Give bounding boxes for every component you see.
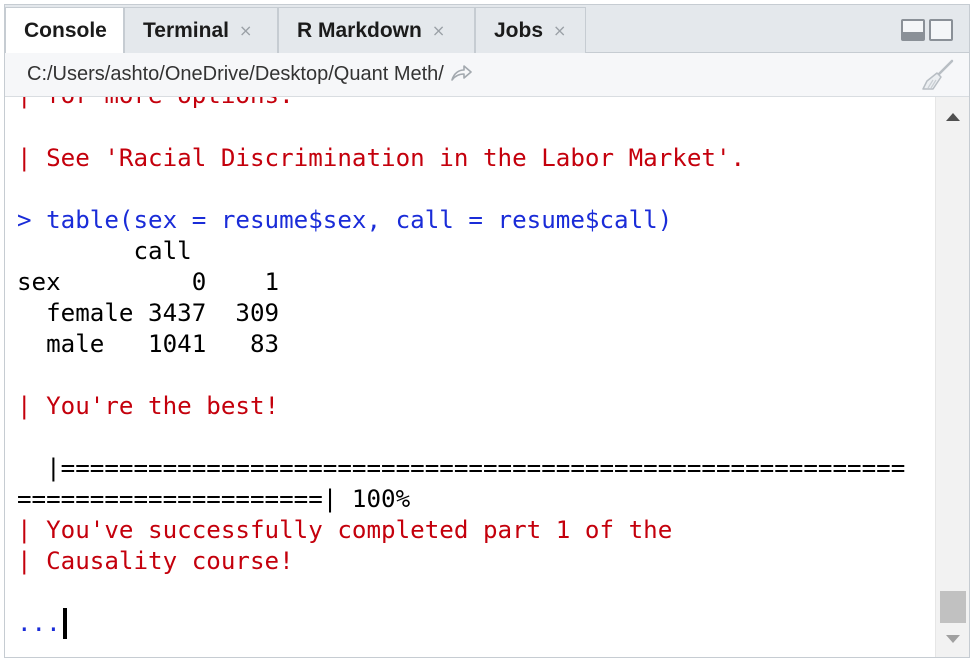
tab-terminal[interactable]: Terminal × — [124, 7, 278, 53]
close-icon[interactable]: × — [432, 21, 445, 40]
tab-r-markdown-label: R Markdown — [297, 18, 422, 42]
broom-icon[interactable] — [919, 59, 955, 91]
tab-bar: Console Terminal × R Markdown × Jobs × — [5, 5, 969, 54]
scroll-down-arrow-icon[interactable] — [946, 635, 960, 643]
minimize-pane-icon[interactable] — [901, 19, 925, 41]
vertical-scrollbar[interactable] — [935, 97, 969, 657]
maximize-pane-icon[interactable] — [929, 19, 953, 41]
text-cursor — [62, 608, 67, 639]
pane-window-controls — [901, 19, 953, 41]
console-message-line: | See 'Racial Discrimination in the Labo… — [17, 144, 746, 172]
console-pane: Console Terminal × R Markdown × Jobs × C… — [4, 4, 970, 658]
arrow-goto-icon[interactable] — [450, 63, 472, 87]
console-output-line: call — [17, 237, 192, 265]
tab-r-markdown[interactable]: R Markdown × — [278, 7, 475, 53]
working-directory-bar: C:/Users/ashto/OneDrive/Desktop/Quant Me… — [5, 53, 969, 97]
tab-jobs-label: Jobs — [494, 18, 544, 42]
console-message-line: | You're the best! — [17, 392, 280, 420]
console-output[interactable]: | for more options. | See 'Racial Discri… — [5, 97, 935, 657]
console-output-line: sex 0 1 — [17, 268, 280, 296]
tab-terminal-label: Terminal — [143, 18, 229, 42]
console-message-line: | for more options. — [17, 97, 294, 111]
console-message-line: | Causality course! — [17, 547, 294, 575]
close-icon[interactable]: × — [553, 21, 566, 40]
scroll-up-arrow-icon[interactable] — [946, 113, 960, 121]
console-output-line: male 1041 83 — [17, 330, 280, 358]
tab-console-label: Console — [24, 19, 107, 42]
console-output-line: female 3437 309 — [17, 299, 280, 327]
progress-bar-line: |=======================================… — [17, 454, 906, 482]
continuation-prompt: ... — [17, 609, 61, 637]
progress-bar-line: =====================| 100% — [17, 485, 411, 513]
tab-jobs[interactable]: Jobs × — [475, 7, 586, 53]
working-directory-path: C:/Users/ashto/OneDrive/Desktop/Quant Me… — [27, 63, 444, 85]
console-command-line: > table(sex = resume$sex, call = resume$… — [17, 206, 673, 234]
tab-console[interactable]: Console — [5, 7, 124, 54]
console-prompt-line[interactable]: ... — [17, 608, 67, 639]
console-message-line: | You've successfully completed part 1 o… — [17, 516, 673, 544]
close-icon[interactable]: × — [239, 21, 252, 40]
scrollbar-thumb[interactable] — [940, 591, 966, 623]
